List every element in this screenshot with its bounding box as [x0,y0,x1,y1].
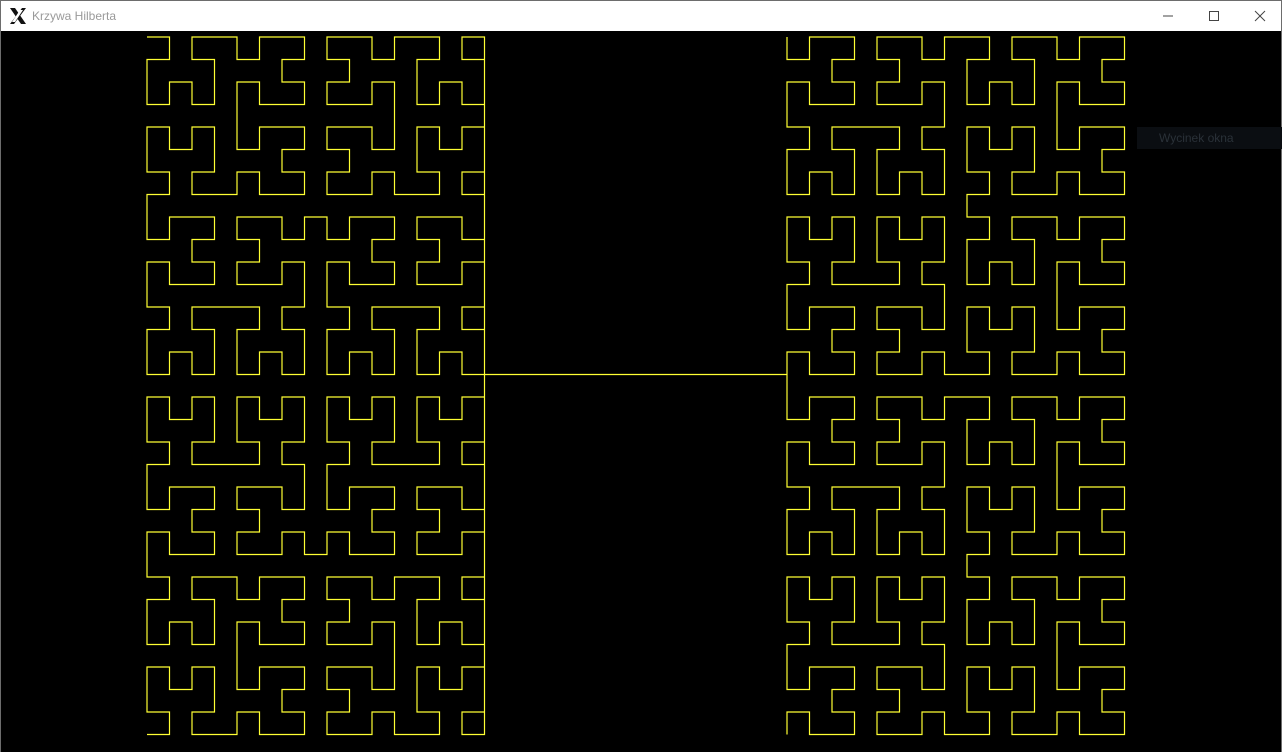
close-button[interactable] [1237,1,1282,31]
x-logo-icon [9,7,27,25]
close-icon [1254,10,1266,22]
window-snip-tooltip: Wycinek okna [1137,127,1282,149]
minimize-icon [1163,15,1173,17]
title-bar[interactable]: Krzywa Hilberta [1,0,1281,31]
drawing-canvas [1,31,1281,752]
app-window: Krzywa Hilberta Wycinek okna [0,0,1282,752]
maximize-button[interactable] [1191,1,1237,31]
window-title: Krzywa Hilberta [32,9,117,23]
hilbert-curve-right-half [786,36,1126,736]
hilbert-curve-left-half [146,36,486,736]
hilbert-curve-drawing [146,36,1126,736]
maximize-icon [1209,11,1219,21]
minimize-button[interactable] [1145,1,1191,31]
